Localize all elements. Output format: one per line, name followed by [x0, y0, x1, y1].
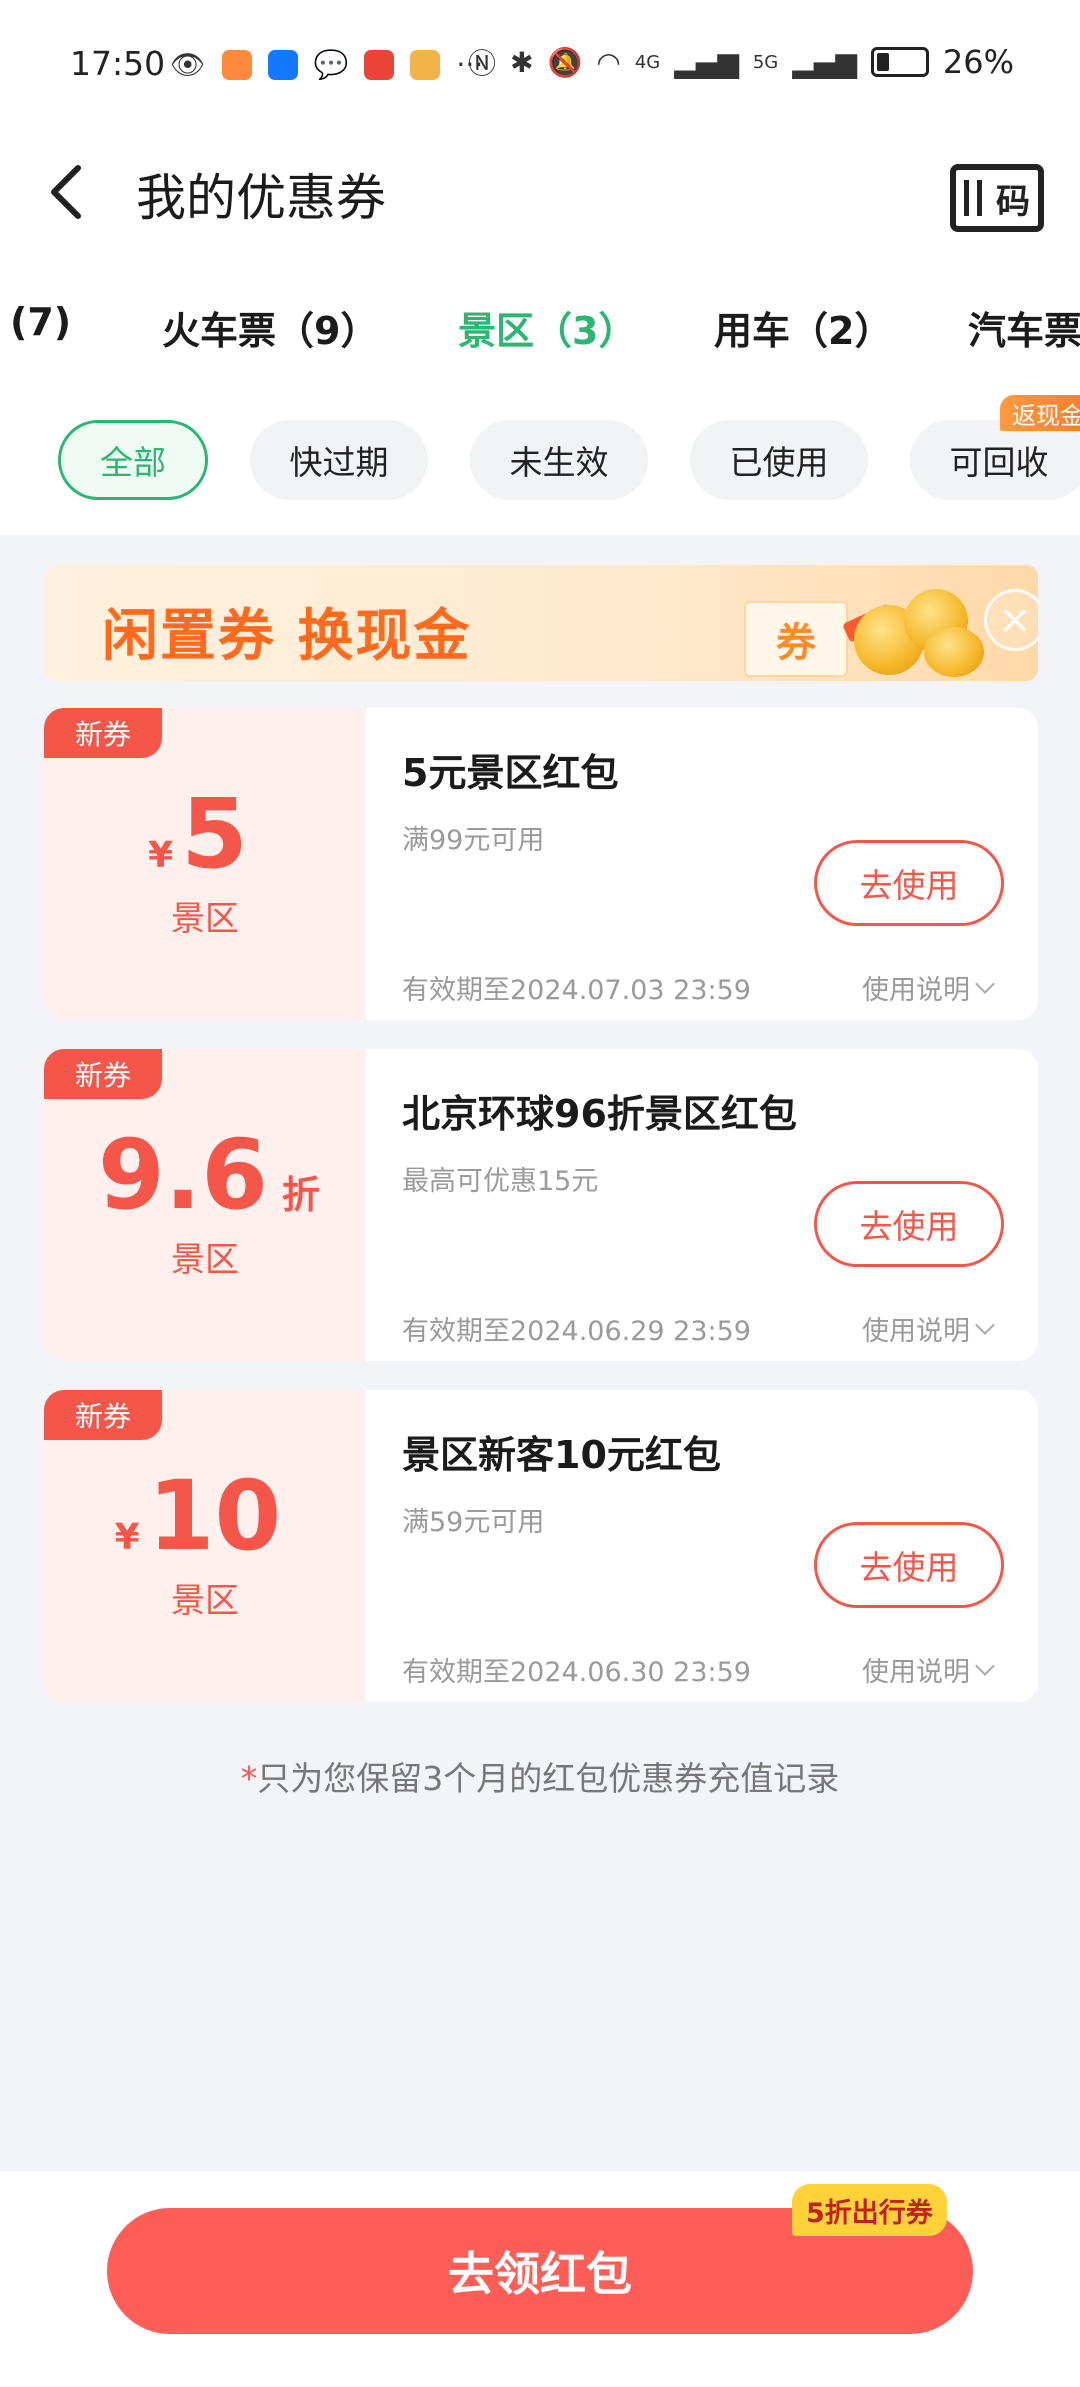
coupon-card: 新券 ¥ 10 景区 景区新客10元红包 满59元可用 去使用 有效期至2024…	[44, 1390, 1038, 1702]
battery-percent: 26%	[942, 43, 1014, 81]
chevron-down-icon	[975, 1314, 995, 1335]
notification-icons: 👁 💬 ···	[170, 48, 483, 81]
page-title: 我的优惠券	[136, 169, 386, 227]
bottom-bar: 去领红包 5折出行券	[0, 2172, 1080, 2387]
note-text: 只为您保留3个月的红包优惠券充值记录	[257, 1759, 840, 1798]
coupon-category: 景区	[171, 899, 239, 939]
coupon-card: 新券 9.6 折 景区 北京环球96折景区红包 最高可优惠15元 去使用 有效期…	[44, 1049, 1038, 1361]
category-tabs: (7) 火车票（9） 景区（3） 用车（2） 汽车票	[0, 300, 1080, 370]
coupon-condition: 满59元可用	[402, 1507, 545, 1538]
instructions-toggle[interactable]: 使用说明	[862, 1309, 995, 1348]
coupon-amount: 10	[147, 1460, 282, 1572]
exchange-banner[interactable]: 闲置券 换现金 券 ×	[44, 565, 1038, 681]
chip-not-active[interactable]: 未生效	[470, 420, 648, 500]
chip-expiring[interactable]: 快过期	[250, 420, 428, 500]
instructions-label: 使用说明	[862, 1316, 970, 1347]
bluetooth-icon: ✱	[510, 45, 534, 79]
back-arrow-icon[interactable]	[42, 162, 92, 222]
coupon-expiry: 有效期至2024.06.30 23:59	[402, 1657, 751, 1688]
chevron-down-icon	[975, 1655, 995, 1676]
close-icon[interactable]: ×	[984, 589, 1038, 651]
app-icon-orange	[221, 49, 252, 80]
banner-text: 闲置券 换现金	[102, 604, 472, 669]
coupon-value: ¥ 5	[44, 778, 366, 890]
header: 我的优惠券 码	[0, 140, 1080, 250]
app-icon-red	[364, 49, 395, 80]
system-icons: Ⓝ ✱ 🔕 ◠ 4G ▂▄▆ 5G ▂▄▆ 26%	[468, 42, 1014, 82]
code-button[interactable]: 码	[950, 164, 1044, 232]
code-label: 码	[996, 181, 1030, 222]
nfc-icon: Ⓝ	[468, 47, 497, 80]
signal-icon-2: ▂▄▆	[792, 45, 857, 79]
coupon-title: 5元景区红包	[402, 751, 619, 795]
message-icon: 💬	[313, 48, 349, 81]
tab-previous[interactable]: (7)	[10, 300, 71, 344]
battery-icon	[870, 47, 929, 77]
status-time: 17:50	[70, 44, 166, 83]
coupon-expiry: 有效期至2024.06.29 23:59	[402, 1316, 751, 1347]
wifi-icon: ◠	[596, 45, 621, 79]
instructions-label: 使用说明	[862, 1657, 970, 1688]
coupon-title: 景区新客10元红包	[402, 1433, 721, 1477]
status-bar: 17:50 👁 💬 ··· Ⓝ ✱ 🔕 ◠ 4G ▂▄▆ 5G ▂▄▆ 26%	[0, 0, 1080, 130]
new-coupon-badge: 新券	[44, 1390, 162, 1440]
use-coupon-button[interactable]: 去使用	[814, 1522, 1004, 1608]
coin-icon-3	[924, 627, 984, 677]
app-icon-blue	[267, 49, 298, 80]
new-coupon-badge: 新券	[44, 708, 162, 758]
coupon-category: 景区	[171, 1240, 239, 1280]
network-4g-label: 4G	[634, 51, 661, 73]
tab-car[interactable]: 用车（2）	[714, 300, 892, 355]
instructions-toggle[interactable]: 使用说明	[862, 1650, 995, 1689]
currency-symbol: ¥	[148, 835, 174, 876]
new-coupon-badge: 新券	[44, 1049, 162, 1099]
coupon-amount: 9.6	[97, 1119, 269, 1231]
coupon-title: 北京环球96折景区红包	[402, 1092, 797, 1136]
eye-icon: 👁	[170, 48, 206, 81]
coupon-condition: 满99元可用	[402, 825, 545, 856]
note-asterisk: *	[240, 1759, 258, 1798]
filter-chips: 全部 快过期 未生效 已使用 可回收	[0, 420, 1080, 500]
chip-all[interactable]: 全部	[58, 420, 208, 500]
tab-bus-tickets[interactable]: 汽车票	[968, 300, 1080, 355]
retention-note: *只为您保留3个月的红包优惠券充值记录	[0, 1752, 1080, 1800]
chip-recyclable[interactable]: 可回收	[910, 420, 1080, 500]
chip-used[interactable]: 已使用	[690, 420, 868, 500]
network-5g-label: 5G	[752, 51, 779, 73]
coupon-unit: 折	[282, 1173, 321, 1217]
coupon-amount: 5	[181, 778, 248, 890]
discount-badge: 5折出行券	[792, 2184, 947, 2236]
ticket-label: 券	[776, 620, 816, 666]
coupon-category: 景区	[171, 1581, 239, 1621]
signal-icon: ▂▄▆	[674, 45, 739, 79]
app-icon-yellow	[410, 49, 441, 80]
currency-symbol: ¥	[114, 1517, 140, 1558]
use-coupon-button[interactable]: 去使用	[814, 1181, 1004, 1267]
coupon-expiry: 有效期至2024.07.03 23:59	[402, 975, 751, 1006]
instructions-label: 使用说明	[862, 975, 970, 1006]
ticket-icon: 券	[744, 601, 848, 677]
coupon-value: ¥ 10	[44, 1460, 366, 1572]
coupon-value: 9.6 折	[44, 1119, 366, 1231]
coupon-card: 新券 ¥ 5 景区 5元景区红包 满99元可用 去使用 有效期至2024.07.…	[44, 708, 1038, 1020]
instructions-toggle[interactable]: 使用说明	[862, 968, 995, 1007]
mute-icon: 🔕	[547, 45, 583, 79]
use-coupon-button[interactable]: 去使用	[814, 840, 1004, 926]
coupon-condition: 最高可优惠15元	[402, 1166, 599, 1197]
tab-train-tickets[interactable]: 火车票（9）	[162, 300, 378, 355]
chevron-down-icon	[975, 973, 995, 994]
tab-scenic-spots[interactable]: 景区（3）	[458, 300, 636, 355]
cashback-badge: 返现金	[1000, 395, 1080, 431]
